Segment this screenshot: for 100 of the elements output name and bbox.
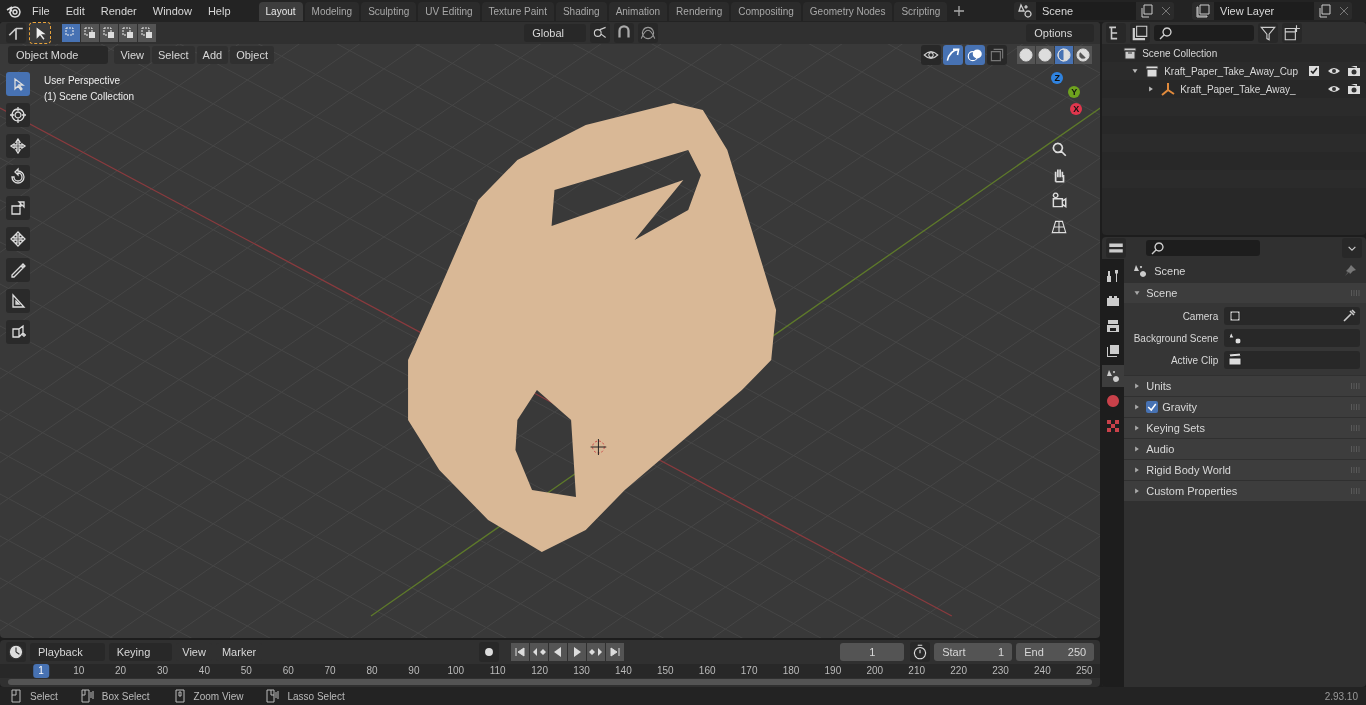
panel-title[interactable]: Scene	[1146, 287, 1178, 299]
search-field[interactable]	[1154, 25, 1255, 41]
shading-mode-icon[interactable]	[1017, 46, 1036, 64]
options-dropdown[interactable]: Options	[1026, 24, 1095, 42]
workspace-tab[interactable]: Sculpting	[361, 1, 417, 21]
tool-icon[interactable]	[6, 320, 30, 344]
editor-type-icon[interactable]	[6, 23, 26, 43]
workspace-tab[interactable]: Shading	[555, 1, 607, 21]
drag-handle-icon[interactable]	[1350, 404, 1362, 410]
panel-title[interactable]: Gravity	[1162, 401, 1198, 413]
scene-field[interactable]: Scene	[1036, 2, 1136, 20]
outliner-item[interactable]: Kraft_Paper_Take_Away_Cup	[1164, 65, 1298, 77]
menu-item[interactable]: Edit	[59, 5, 91, 17]
tool-icon[interactable]	[6, 258, 30, 282]
workspace-tab[interactable]: Scripting	[894, 1, 948, 21]
property-field[interactable]	[1224, 307, 1360, 325]
display-mode-icon[interactable]	[1106, 23, 1127, 43]
viewport-menu[interactable]: Object	[230, 46, 274, 64]
drag-handle-icon[interactable]	[1350, 290, 1362, 296]
panel-title[interactable]: Keying Sets	[1146, 422, 1205, 434]
next-keyframe-icon[interactable]	[586, 643, 605, 661]
pin-icon[interactable]	[1342, 263, 1358, 279]
stopwatch-icon[interactable]	[910, 642, 931, 662]
workspace-tab[interactable]: Compositing	[731, 1, 801, 21]
select-mode-icon[interactable]	[119, 24, 137, 42]
chevron-icon[interactable]	[1342, 238, 1362, 258]
checkbox[interactable]	[1306, 63, 1322, 79]
axis-gizmo-ball[interactable]: Y	[1068, 86, 1081, 98]
proportional-icon[interactable]	[638, 23, 659, 43]
drag-handle-icon[interactable]	[1350, 425, 1362, 431]
overlay-icon[interactable]	[965, 45, 986, 65]
snap-icon[interactable]	[614, 23, 635, 43]
viewport-menu[interactable]: View	[114, 46, 151, 64]
outliner-item[interactable]: Kraft_Paper_Take_Away_	[1180, 83, 1296, 95]
select-tool-icon[interactable]	[30, 23, 50, 43]
play-icon[interactable]	[567, 643, 586, 661]
start-frame-field[interactable]: Start 1	[934, 643, 1013, 661]
transform-orientation-dropdown[interactable]: Global	[524, 24, 587, 42]
panel-title[interactable]: Units	[1146, 380, 1172, 392]
workspace-tab[interactable]: Rendering	[669, 1, 730, 21]
viewport-menu[interactable]: Add	[196, 46, 229, 64]
new-collection-icon[interactable]	[1282, 23, 1303, 43]
viewport-menu[interactable]: Select	[152, 46, 195, 64]
end-frame-field[interactable]: End 250	[1016, 643, 1095, 661]
camera-icon[interactable]	[1050, 192, 1069, 210]
camera-icon[interactable]	[1346, 81, 1362, 97]
drag-handle-icon[interactable]	[1350, 488, 1362, 494]
menu-item[interactable]: Window	[146, 5, 198, 17]
property-field[interactable]	[1224, 351, 1360, 369]
current-frame-field[interactable]: 1	[840, 643, 905, 661]
tool-icon[interactable]	[6, 134, 30, 158]
workspace-tab[interactable]: Animation	[608, 1, 668, 21]
xray-icon[interactable]	[987, 45, 1008, 65]
axis-gizmo-ball[interactable]: X	[1070, 103, 1083, 115]
timeline-menu[interactable]: Keying	[108, 643, 173, 661]
logo-icon[interactable]	[6, 3, 22, 19]
workspace-tab[interactable]: Layout	[258, 1, 303, 21]
tool-icon[interactable]	[6, 289, 30, 313]
layers-icon[interactable]	[1130, 23, 1151, 43]
copy-icon[interactable]	[1317, 3, 1333, 19]
tool-icon[interactable]	[6, 165, 30, 189]
workspace-tab[interactable]: Modeling	[304, 1, 360, 21]
eyedropper-icon[interactable]	[1341, 308, 1357, 324]
workspace-tab[interactable]: Texture Paint	[481, 1, 554, 21]
record-icon[interactable]	[478, 642, 499, 662]
tool-icon[interactable]	[6, 103, 30, 127]
play-reverse-icon[interactable]	[548, 643, 567, 661]
zoom-icon[interactable]	[1050, 140, 1069, 158]
menu-item[interactable]: Render	[94, 5, 143, 17]
menu-item[interactable]: File	[26, 5, 56, 17]
copy-icon[interactable]	[1139, 3, 1155, 19]
drag-handle-icon[interactable]	[1350, 383, 1362, 389]
camera-icon[interactable]	[1346, 63, 1362, 79]
shading-mode-icon[interactable]	[1036, 46, 1055, 64]
search-field[interactable]	[1146, 240, 1261, 256]
checkbox[interactable]	[1146, 401, 1159, 413]
outliner-item[interactable]: Scene Collection	[1142, 47, 1218, 59]
view-layer-field[interactable]: View Layer	[1214, 2, 1314, 20]
frame-number[interactable]: 1	[33, 664, 49, 678]
tool-icon[interactable]	[6, 227, 30, 251]
shading-mode-icon[interactable]	[1074, 46, 1093, 64]
pivot-icon[interactable]	[590, 23, 611, 43]
visibility-icon[interactable]	[921, 45, 942, 65]
workspace-tab[interactable]: Geometry Nodes	[802, 1, 893, 21]
clock-icon[interactable]	[6, 642, 26, 662]
property-field[interactable]	[1224, 329, 1360, 347]
properties-tab-icon[interactable]	[1102, 365, 1125, 387]
menu-item[interactable]: Help	[201, 5, 237, 17]
layers-icon[interactable]	[1195, 3, 1211, 19]
grid-icon[interactable]	[1050, 218, 1069, 236]
shading-mode-icon[interactable]	[1055, 46, 1074, 64]
select-mode-icon[interactable]	[81, 24, 99, 42]
prev-keyframe-icon[interactable]	[529, 643, 548, 661]
drag-handle-icon[interactable]	[1350, 446, 1362, 452]
drag-handle-icon[interactable]	[1350, 467, 1362, 473]
timeline-scrollbar[interactable]	[8, 679, 1093, 685]
scene-icon[interactable]	[1017, 3, 1033, 19]
timeline-menu[interactable]: Playback	[30, 643, 105, 661]
gizmo-icon[interactable]	[943, 45, 964, 65]
filter-icon[interactable]	[1258, 23, 1279, 43]
